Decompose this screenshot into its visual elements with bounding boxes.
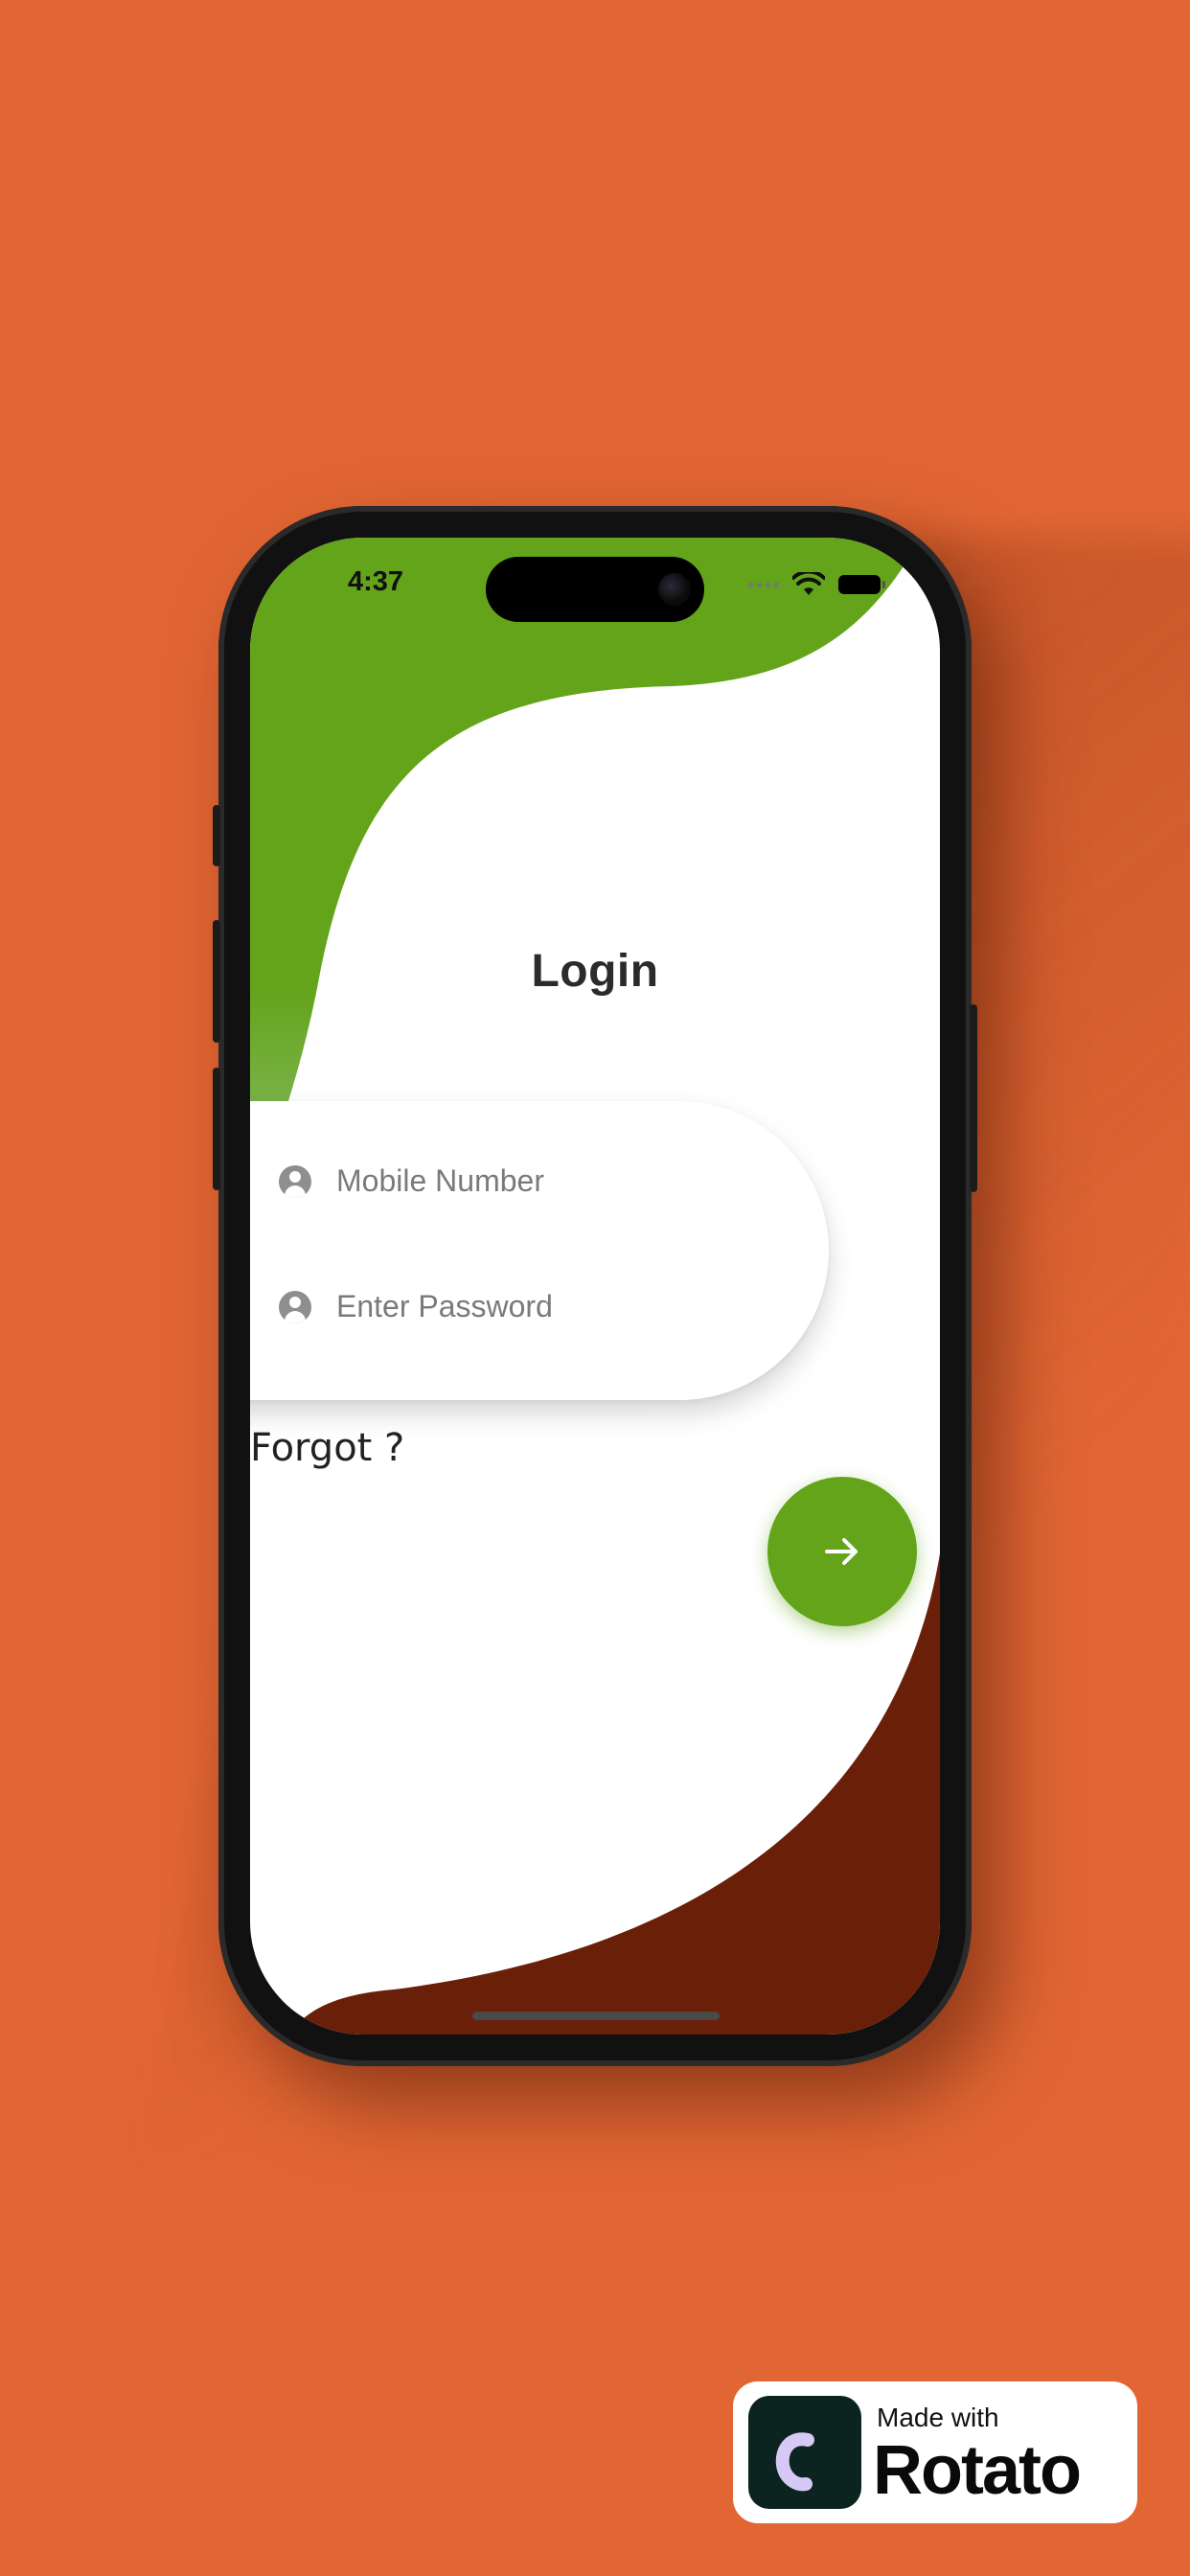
battery-icon (838, 575, 885, 594)
arrow-right-icon (825, 1538, 858, 1565)
power-button (970, 1004, 977, 1192)
password-input[interactable] (336, 1289, 720, 1324)
home-indicator (472, 2012, 720, 2020)
user-icon (279, 1290, 311, 1323)
status-time: 4:37 (348, 566, 404, 597)
user-icon (279, 1164, 311, 1198)
password-field[interactable] (279, 1289, 720, 1324)
signal-icon (748, 582, 779, 587)
dynamic-island (486, 557, 704, 622)
wifi-icon (792, 572, 825, 595)
volume-down-button (213, 1068, 220, 1190)
mobile-field[interactable] (279, 1163, 720, 1199)
rotato-logo-icon (775, 2432, 814, 2492)
brand-label: Rotato (873, 2432, 1082, 2509)
mobile-number-input[interactable] (336, 1163, 720, 1199)
page-title: Login (531, 946, 659, 997)
phone-screen: 4:37 Login Forgot ? (250, 538, 940, 2035)
made-with-label: Made with (877, 2403, 999, 2432)
volume-up-button (213, 920, 220, 1043)
camera-icon (658, 573, 691, 606)
green-wave (250, 538, 921, 1101)
status-icons (748, 572, 885, 597)
login-card (250, 1101, 829, 1400)
action-button (213, 805, 220, 866)
rotato-logo (748, 2396, 861, 2509)
rotato-badge: Made with Rotato (733, 2381, 1137, 2523)
forgot-link[interactable]: Forgot ? (250, 1426, 404, 1470)
submit-button[interactable] (767, 1477, 917, 1626)
